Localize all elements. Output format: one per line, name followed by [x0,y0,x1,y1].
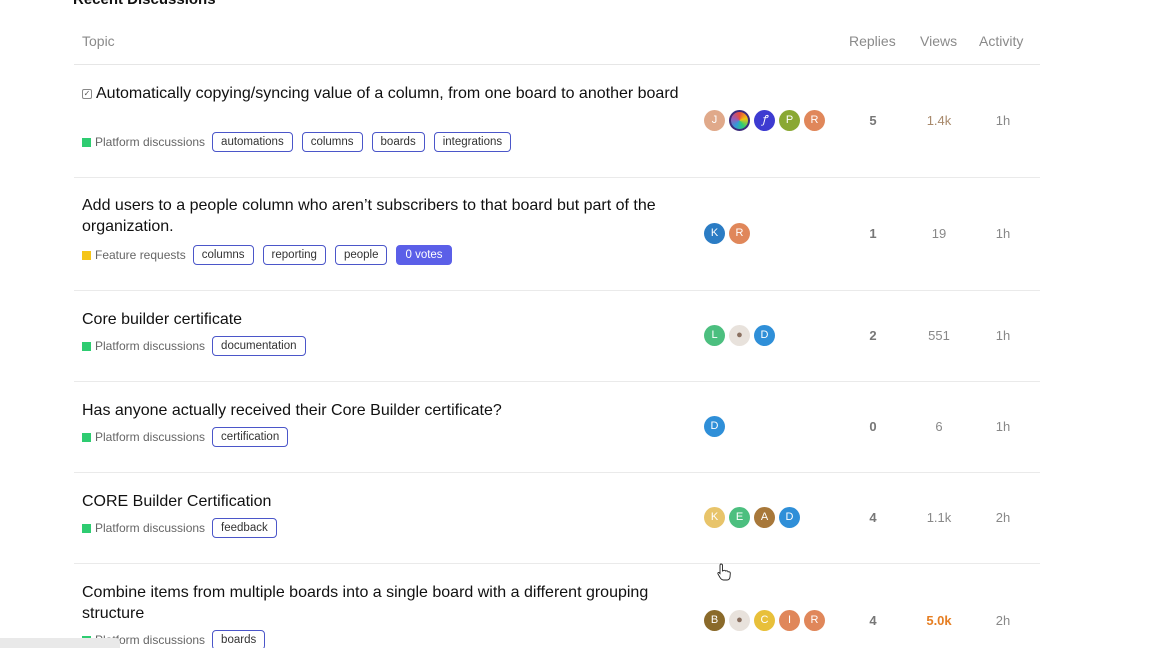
category-link[interactable]: Platform discussions [82,430,205,444]
tag[interactable]: documentation [212,336,306,356]
activity-time[interactable]: 1h [983,419,1023,434]
avatar[interactable]: K [704,223,725,244]
topic-title-link[interactable]: CORE Builder Certification [82,491,702,512]
poster-avatars: K E A D [704,507,804,528]
category-label: Platform discussions [95,430,206,444]
table-row[interactable]: Has anyone actually received their Core … [74,382,1040,473]
avatar[interactable]: C [754,610,775,631]
activity-time[interactable]: 1h [983,328,1023,343]
activity-time[interactable]: 1h [983,113,1023,128]
table-row[interactable]: Core builder certificate Platform discus… [74,291,1040,382]
activity-time[interactable]: 2h [983,613,1023,628]
tag[interactable]: columns [192,245,254,265]
views-count: 6 [935,419,943,434]
category-label: Platform discussions [95,521,206,535]
topic-title-link[interactable]: Has anyone actually received their Core … [82,400,702,421]
column-header-topic[interactable]: Topic [82,33,115,49]
topic-title-text[interactable]: Automatically copying/syncing value of a… [96,85,679,102]
topic-meta: Platform discussions automations columns… [82,132,520,152]
topic-meta: Platform discussions feedback [82,518,286,538]
column-header-activity[interactable]: Activity [979,33,1023,49]
avatar[interactable]: K [704,507,725,528]
category-label: Platform discussions [95,135,206,149]
category-color-icon [82,250,91,260]
tag[interactable]: reporting [262,245,326,265]
avatar[interactable]: ꝭ [754,110,775,131]
avatar[interactable]: B [704,610,725,631]
avatar[interactable]: R [804,610,825,631]
activity-time[interactable]: 1h [983,226,1023,241]
category-label: Feature requests [95,248,186,262]
category-color-icon [82,137,91,147]
avatar[interactable]: R [729,223,750,244]
views-count: 5.0k [926,613,952,628]
section-title: Recent Discussions [73,0,216,8]
poster-avatars: J ꝭ P R [704,110,829,131]
avatar[interactable] [729,110,750,131]
category-link[interactable]: Platform discussions [82,135,205,149]
votes-badge[interactable]: 0 votes [396,245,452,265]
replies-count: 1 [869,226,877,241]
table-row[interactable]: Add users to a people column who aren’t … [74,178,1040,291]
topic-meta: Platform discussions documentation [82,336,315,356]
avatar[interactable]: D [704,416,725,437]
avatar-photo-icon[interactable]: ● [729,610,750,631]
avatar[interactable]: I [779,610,800,631]
category-color-icon [82,523,91,533]
hand-cursor-icon [717,563,731,581]
category-color-icon [82,432,91,442]
replies-count: 4 [869,510,877,525]
table-row[interactable]: CORE Builder Certification Platform disc… [74,473,1040,564]
avatar[interactable]: P [779,110,800,131]
topic-title-link[interactable]: Core builder certificate [82,309,702,330]
avatar[interactable]: A [754,507,775,528]
poster-avatars: B ● C I R [704,610,829,631]
replies-count: 4 [869,613,877,628]
browser-status-bar [0,638,120,648]
category-label: Platform discussions [95,339,206,353]
replies-count: 0 [869,419,877,434]
views-count: 1.4k [926,113,952,128]
tag[interactable]: integrations [433,132,512,152]
views-count: 551 [928,328,950,343]
views-count: 1.1k [926,510,952,525]
avatar[interactable]: D [754,325,775,346]
poster-avatars: D [704,416,729,437]
avatar[interactable]: D [779,507,800,528]
tag[interactable]: boards [212,630,266,648]
poster-avatars: L ● D [704,325,779,346]
category-link[interactable]: Platform discussions [82,339,205,353]
tag[interactable]: automations [212,132,293,152]
column-header-replies[interactable]: Replies [849,33,896,49]
avatar[interactable]: L [704,325,725,346]
activity-time[interactable]: 2h [983,510,1023,525]
table-row[interactable]: Combine items from multiple boards into … [74,564,1040,648]
avatar[interactable]: J [704,110,725,131]
table-row[interactable]: ✓ Automatically copying/syncing value of … [74,65,1040,178]
tag[interactable]: feedback [212,518,277,538]
topic-meta: Platform discussions certification [82,427,297,447]
avatar[interactable]: E [729,507,750,528]
replies-count: 2 [869,328,877,343]
topic-meta: Feature requests columns reporting peopl… [82,245,461,265]
category-color-icon [82,341,91,351]
tag[interactable]: certification [212,427,289,447]
table-header: Topic Replies Views Activity [74,25,1040,65]
avatar-photo-icon[interactable]: ● [729,325,750,346]
topic-title-link[interactable]: Add users to a people column who aren’t … [82,195,702,237]
tag[interactable]: people [334,245,388,265]
replies-count: 5 [869,113,877,128]
checkbox-icon: ✓ [82,89,92,99]
topic-title-link[interactable]: ✓ Automatically copying/syncing value of … [82,83,702,104]
tag[interactable]: columns [301,132,363,152]
column-header-views[interactable]: Views [920,33,957,49]
views-count: 19 [931,226,947,241]
avatar[interactable]: R [804,110,825,131]
topic-title-link[interactable]: Combine items from multiple boards into … [82,582,702,624]
category-link[interactable]: Platform discussions [82,521,205,535]
category-link[interactable]: Feature requests [82,248,186,262]
tag[interactable]: boards [371,132,425,152]
poster-avatars: K R [704,223,754,244]
